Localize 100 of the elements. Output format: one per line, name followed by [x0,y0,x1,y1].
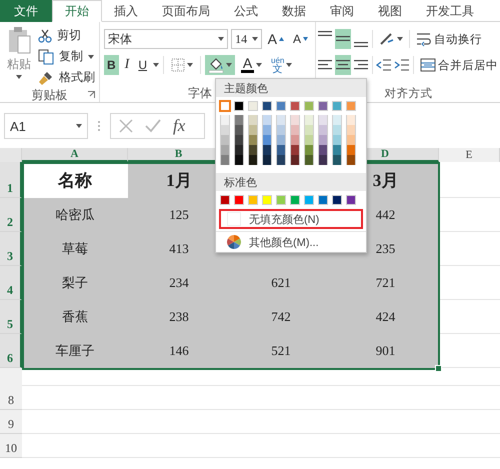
italic-button[interactable]: I [122,55,132,75]
ribbon-tab[interactable]: 公式 [222,0,270,22]
color-swatch[interactable] [220,145,230,155]
row-header[interactable]: 5 [0,300,22,334]
copy-button[interactable]: 复制 [38,47,95,66]
name-box[interactable]: A1 [4,113,88,139]
row-header[interactable]: 2 [0,198,22,232]
color-swatch[interactable] [318,101,328,111]
color-swatch[interactable] [276,115,286,125]
color-swatch[interactable] [220,101,230,111]
color-swatch[interactable] [332,101,342,111]
color-swatch[interactable] [318,135,328,145]
color-swatch[interactable] [262,101,272,111]
color-swatch[interactable] [276,155,286,165]
font-size-field[interactable]: 14 [231,29,262,49]
no-fill-menu-item[interactable]: 无填充颜色(N) [219,209,363,229]
bold-button[interactable]: B [104,55,119,75]
color-swatch[interactable] [290,145,300,155]
color-swatch[interactable] [234,195,244,205]
color-swatch[interactable] [332,135,342,145]
merge-center-button[interactable]: 合并后居中 [417,55,500,75]
ribbon-tab[interactable]: 文件 [0,0,52,22]
color-swatch[interactable] [304,155,314,165]
color-swatch[interactable] [248,135,258,145]
color-swatch[interactable] [346,135,356,145]
ribbon-tab[interactable]: 视图 [366,0,414,22]
fill-color-button[interactable] [205,55,236,75]
color-swatch[interactable] [248,155,258,165]
color-swatch[interactable] [332,195,342,205]
wrap-text-button[interactable]: 自动换行 [413,29,485,49]
color-swatch[interactable] [346,101,356,111]
color-swatch[interactable] [262,125,272,135]
color-swatch[interactable] [262,155,272,165]
row-header[interactable]: 8 [0,386,22,410]
ribbon-tab[interactable]: 插入 [102,0,150,22]
phonetic-button[interactable]: uén 文 [268,55,296,75]
color-swatch[interactable] [304,145,314,155]
ribbon-tab[interactable]: 开始 [52,0,102,22]
ribbon-tab[interactable]: 审阅 [318,0,366,22]
color-swatch[interactable] [276,135,286,145]
color-swatch[interactable] [248,125,258,135]
color-swatch[interactable] [318,115,328,125]
color-swatch[interactable] [262,115,272,125]
align-button[interactable] [335,55,351,75]
cut-button[interactable]: 剪切 [38,26,95,45]
color-swatch[interactable] [220,155,230,165]
color-swatch[interactable] [318,125,328,135]
color-swatch[interactable] [234,155,244,165]
color-swatch[interactable] [346,145,356,155]
color-swatch[interactable] [290,195,300,205]
color-swatch[interactable] [346,195,356,205]
color-swatch[interactable] [304,101,314,111]
color-swatch[interactable] [248,145,258,155]
column-header[interactable]: E [439,148,500,162]
color-swatch[interactable] [346,155,356,165]
align-button[interactable] [335,29,351,49]
row-header[interactable]: 1 [0,162,22,198]
color-swatch[interactable] [332,115,342,125]
color-swatch[interactable] [318,145,328,155]
color-swatch[interactable] [318,195,328,205]
color-swatch[interactable] [304,125,314,135]
color-swatch[interactable] [262,135,272,145]
row-header[interactable]: 10 [0,434,22,458]
color-swatch[interactable] [220,195,230,205]
select-all-corner[interactable] [0,148,22,162]
ribbon-tab[interactable]: 页面布局 [150,0,222,22]
color-swatch[interactable] [234,125,244,135]
color-swatch[interactable] [234,115,244,125]
color-swatch[interactable] [262,145,272,155]
color-swatch[interactable] [234,135,244,145]
color-swatch[interactable] [290,135,300,145]
color-swatch[interactable] [304,195,314,205]
ribbon-tab[interactable]: 开发工具 [414,0,486,22]
color-swatch[interactable] [276,195,286,205]
color-swatch[interactable] [290,155,300,165]
color-swatch[interactable] [346,115,356,125]
color-swatch[interactable] [290,125,300,135]
color-swatch[interactable] [346,125,356,135]
color-swatch[interactable] [234,101,244,111]
color-swatch[interactable] [332,125,342,135]
color-swatch[interactable] [290,101,300,111]
shrink-font-button[interactable]: A [290,29,311,49]
color-swatch[interactable] [262,195,272,205]
color-swatch[interactable] [220,115,230,125]
color-swatch[interactable] [304,115,314,125]
column-header[interactable]: A [22,148,128,162]
color-swatch[interactable] [332,145,342,155]
paste-button[interactable]: 粘贴 [4,26,34,87]
color-swatch[interactable] [290,115,300,125]
font-color-button[interactable]: A [238,55,266,75]
row-header[interactable]: 6 [0,334,22,368]
color-swatch[interactable] [220,125,230,135]
underline-button[interactable]: U [135,55,150,75]
font-name-field[interactable]: 宋体 [104,29,228,49]
color-swatch[interactable] [220,135,230,145]
color-swatch[interactable] [276,125,286,135]
color-swatch[interactable] [234,145,244,155]
color-swatch[interactable] [276,101,286,111]
color-swatch[interactable] [318,155,328,165]
color-swatch[interactable] [248,195,258,205]
